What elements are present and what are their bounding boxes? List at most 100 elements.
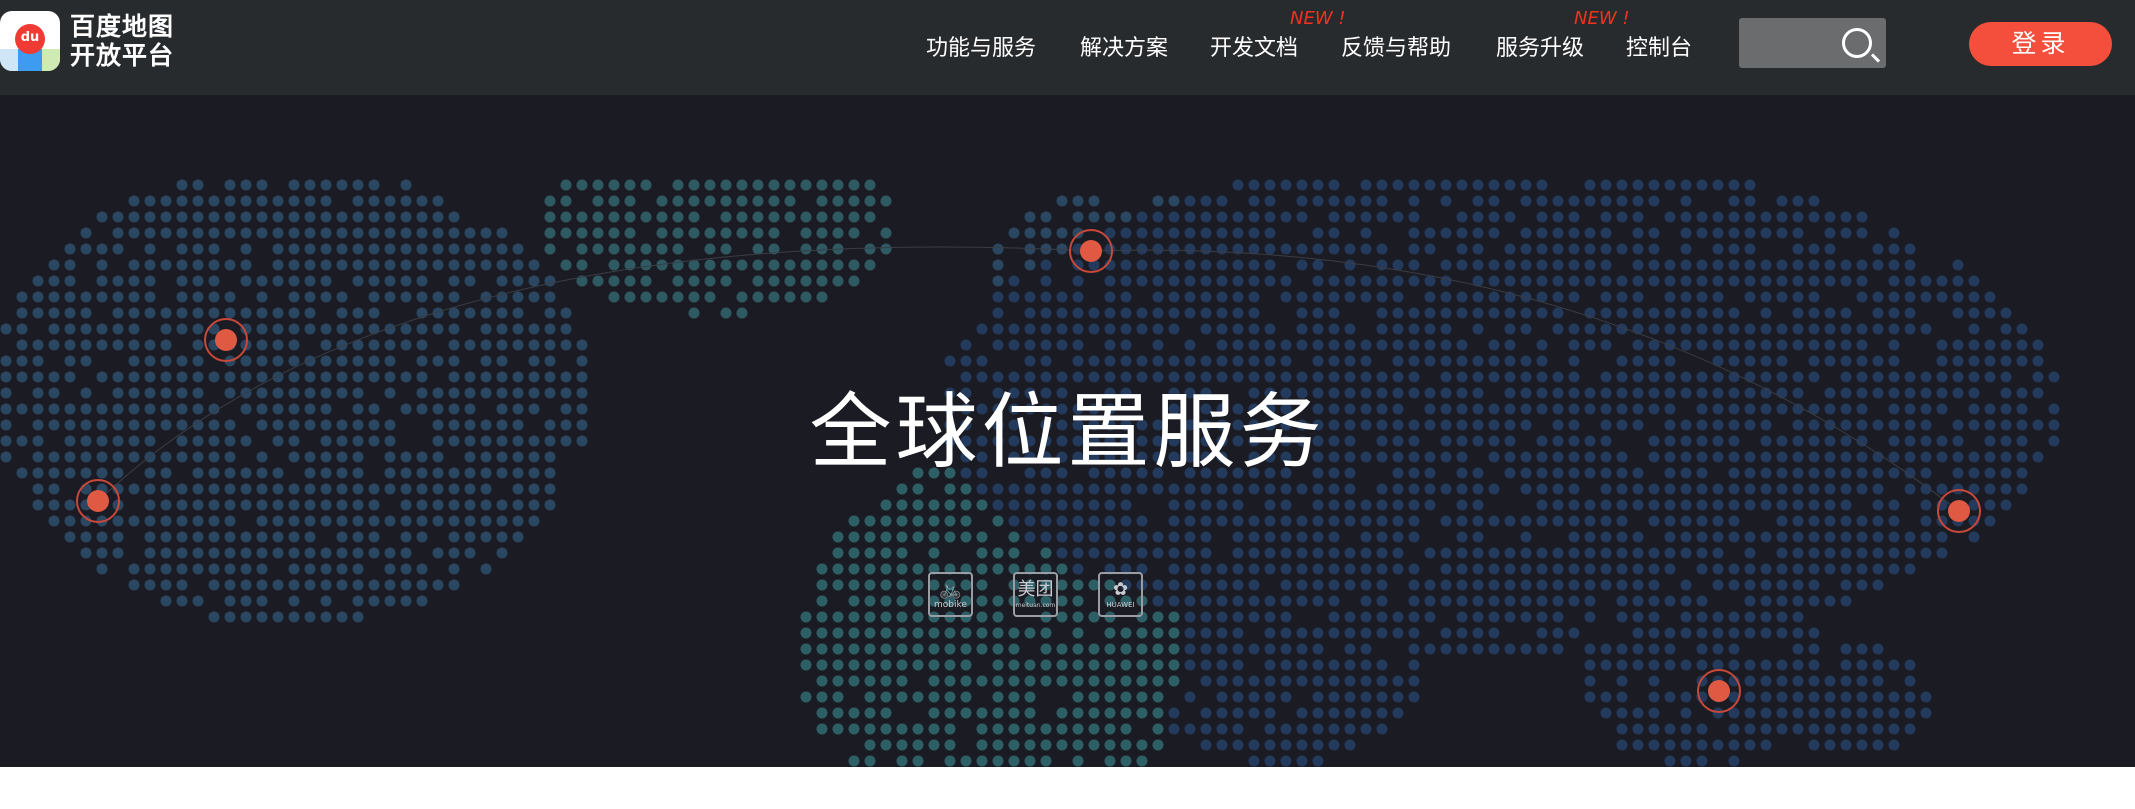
map-dot xyxy=(160,499,172,511)
map-dot xyxy=(1248,563,1260,575)
map-dot xyxy=(1904,691,1916,703)
map-dot xyxy=(1376,499,1388,511)
map-dot xyxy=(1456,643,1468,655)
map-dot xyxy=(1664,595,1676,607)
map-dot xyxy=(1520,579,1532,591)
map-dot xyxy=(1520,259,1532,271)
map-dot xyxy=(1744,243,1756,255)
map-dot xyxy=(352,211,364,223)
map-dot xyxy=(192,307,204,319)
map-dot xyxy=(1840,531,1852,543)
map-dot xyxy=(880,675,892,687)
map-dot xyxy=(1536,611,1548,623)
map-dot xyxy=(1424,499,1436,511)
map-dot xyxy=(1248,707,1260,719)
map-dot xyxy=(1056,547,1068,559)
map-dot xyxy=(1088,499,1100,511)
map-dot xyxy=(1648,627,1660,639)
map-dot xyxy=(1232,259,1244,271)
map-dot xyxy=(1728,531,1740,543)
nav-features-services[interactable]: 功能与服务 xyxy=(926,30,1036,62)
map-dot xyxy=(848,275,860,287)
map-dot xyxy=(1312,595,1324,607)
map-dot xyxy=(144,515,156,527)
map-dot xyxy=(496,259,508,271)
map-dot xyxy=(400,579,412,591)
map-dot xyxy=(1536,259,1548,271)
map-dot xyxy=(480,259,492,271)
map-dot xyxy=(464,227,476,239)
search-icon[interactable] xyxy=(1842,28,1872,58)
map-dot xyxy=(512,307,524,319)
map-dot xyxy=(704,275,716,287)
map-dot xyxy=(1376,259,1388,271)
map-dot xyxy=(1472,195,1484,207)
map-dot xyxy=(1040,723,1052,735)
map-dot xyxy=(384,515,396,527)
map-dot xyxy=(1488,227,1500,239)
map-dot xyxy=(1296,339,1308,351)
map-dot xyxy=(1808,723,1820,735)
map-dot xyxy=(1088,323,1100,335)
map-dot xyxy=(816,195,828,207)
map-dot xyxy=(1632,611,1644,623)
map-dot xyxy=(1568,275,1580,287)
map-dot xyxy=(1232,211,1244,223)
map-dot xyxy=(1696,739,1708,751)
map-dot xyxy=(1152,547,1164,559)
map-dot xyxy=(1584,275,1596,287)
map-dot xyxy=(1792,707,1804,719)
nav-console[interactable]: 控制台 xyxy=(1626,30,1692,62)
map-dot xyxy=(1552,563,1564,575)
map-dot xyxy=(1616,483,1628,495)
map-dot xyxy=(1680,595,1692,607)
map-dot xyxy=(1920,291,1932,303)
map-dot xyxy=(1008,531,1020,543)
map-dot xyxy=(32,339,44,351)
map-dot xyxy=(1728,643,1740,655)
map-dot xyxy=(816,179,828,191)
login-button[interactable]: 登录 xyxy=(1969,22,2112,66)
map-dot xyxy=(256,323,268,335)
map-dot xyxy=(864,179,876,191)
map-dot xyxy=(416,483,428,495)
map-dot xyxy=(1504,339,1516,351)
map-dot xyxy=(464,243,476,255)
map-dot xyxy=(1216,659,1228,671)
map-dot xyxy=(176,323,188,335)
map-dot xyxy=(304,323,316,335)
map-dot xyxy=(1296,627,1308,639)
map-dot xyxy=(768,211,780,223)
map-dot xyxy=(1856,723,1868,735)
map-dot xyxy=(864,563,876,575)
map-dot xyxy=(720,227,732,239)
map-dot xyxy=(2000,483,2012,495)
baidu-map-logo-icon[interactable]: du xyxy=(0,11,60,71)
map-dot xyxy=(976,323,988,335)
map-dot xyxy=(1600,339,1612,351)
map-dot xyxy=(1712,499,1724,511)
map-dot xyxy=(848,659,860,671)
nav-solutions[interactable]: 解决方案 xyxy=(1080,30,1168,62)
map-dot xyxy=(1280,563,1292,575)
map-dot xyxy=(400,483,412,495)
map-dot xyxy=(576,259,588,271)
map-dot xyxy=(1968,531,1980,543)
nav-service-upgrade[interactable]: 服务升级 xyxy=(1496,30,1584,62)
search-input[interactable] xyxy=(1739,18,1886,68)
map-dot xyxy=(1696,659,1708,671)
map-dot xyxy=(944,643,956,655)
map-dot xyxy=(1472,323,1484,335)
map-dot xyxy=(448,211,460,223)
map-dot xyxy=(528,291,540,303)
map-dot xyxy=(816,643,828,655)
map-dot xyxy=(1552,627,1564,639)
map-dot xyxy=(1184,515,1196,527)
map-dot xyxy=(1728,243,1740,255)
map-dot xyxy=(1472,643,1484,655)
map-dot xyxy=(1104,739,1116,751)
logo-text[interactable]: 百度地图 开放平台 xyxy=(70,12,174,70)
nav-feedback-help[interactable]: 反馈与帮助 xyxy=(1341,30,1451,62)
map-dot xyxy=(1536,563,1548,575)
nav-dev-docs[interactable]: 开发文档 xyxy=(1210,30,1298,62)
